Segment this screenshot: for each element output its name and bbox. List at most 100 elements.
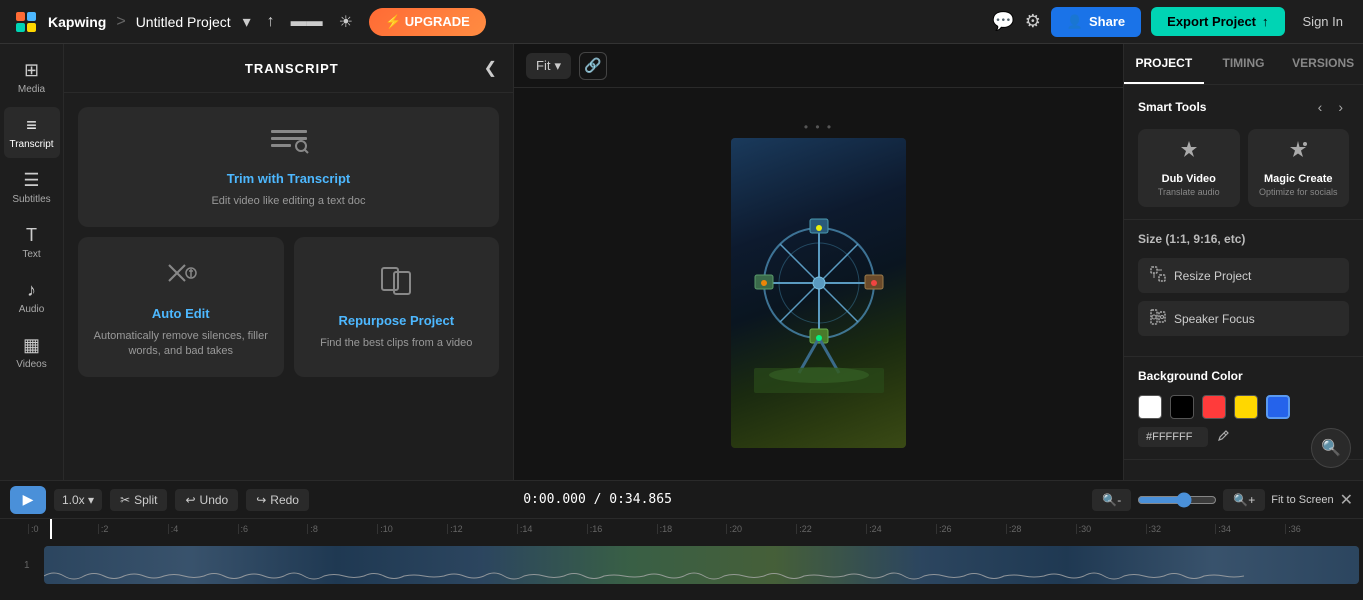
smart-tools-grid: Dub Video Translate audio Magic Create O… — [1138, 129, 1349, 207]
video-canvas[interactable]: • • • — [514, 88, 1123, 480]
play-button[interactable]: ▶ — [10, 486, 46, 514]
smart-tool-magic-create[interactable]: Magic Create Optimize for socials — [1248, 129, 1350, 207]
smart-tool-dub-video[interactable]: Dub Video Translate audio — [1138, 129, 1240, 207]
sidebar-item-transcript[interactable]: ≡ Transcript — [4, 107, 60, 158]
bg-color-hex-input[interactable]: #FFFFFF — [1138, 427, 1208, 447]
collapse-panel-btn[interactable]: ❮ — [484, 58, 497, 78]
search-icon: 🔍 — [1321, 438, 1341, 458]
sidebar-label-videos: Videos — [16, 359, 46, 370]
bg-color-label: Background Color — [1138, 369, 1243, 383]
search-fab[interactable]: 🔍 — [1311, 428, 1351, 468]
settings-btn[interactable]: ⚙ — [1025, 11, 1041, 32]
ruler-mark-4: :4 — [168, 524, 238, 534]
fit-to-screen-btn[interactable]: Fit to Screen — [1271, 494, 1333, 506]
ruler-mark-32: :32 — [1146, 524, 1216, 534]
export-label: Export Project — [1167, 14, 1256, 29]
project-dropdown-btn[interactable]: ▾ — [239, 8, 255, 36]
resize-icon — [1150, 266, 1166, 285]
timeline-track[interactable]: 1 — [20, 539, 1363, 600]
magic-create-sublabel: Optimize for socials — [1256, 187, 1342, 197]
color-swatch-black[interactable] — [1170, 395, 1194, 419]
sidebar-item-audio[interactable]: ♪ Audio — [4, 272, 60, 323]
tab-timing[interactable]: TIMING — [1204, 44, 1284, 84]
timeline-tools: 🔍- 🔍+ Fit to Screen ✕ — [1092, 489, 1353, 511]
track-content[interactable] — [44, 546, 1359, 584]
ruler-mark-0: :0 — [28, 524, 98, 534]
upgrade-button[interactable]: ⚡ UPGRADE — [369, 8, 486, 36]
undo-button[interactable]: ↩ Undo — [175, 489, 238, 511]
smart-tools-next-btn[interactable]: › — [1332, 97, 1349, 117]
sidebar-item-videos[interactable]: ▦ Videos — [4, 327, 60, 378]
ruler-mark-12: :12 — [447, 524, 517, 534]
sidebar-item-media[interactable]: ⊞ Media — [4, 52, 60, 103]
redo-label: Redo — [270, 493, 299, 507]
ruler-mark-30: :30 — [1076, 524, 1146, 534]
videos-icon: ▦ — [23, 335, 40, 356]
share-button[interactable]: 👤 Share — [1051, 7, 1141, 37]
ruler-mark-10: :10 — [377, 524, 447, 534]
auto-edit-desc: Automatically remove silences, filler wo… — [90, 329, 272, 360]
video-overlay — [731, 138, 906, 448]
trim-tool-icon — [269, 124, 309, 163]
main-area: ⊞ Media ≡ Transcript ☰ Subtitles T Text … — [0, 44, 1363, 480]
tab-versions[interactable]: VERSIONS — [1283, 44, 1363, 84]
tab-project[interactable]: PROJECT — [1124, 44, 1204, 84]
smart-tools-section: Smart Tools ‹ › Dub Video Translate audi… — [1124, 85, 1363, 220]
audio-icon: ♪ — [27, 280, 36, 301]
signin-button[interactable]: Sign In — [1295, 10, 1351, 33]
split-button[interactable]: ✂ Split — [110, 489, 167, 511]
size-section-title: Size (1:1, 9:16, etc) — [1138, 232, 1349, 246]
lock-aspect-btn[interactable]: 🔗 — [579, 52, 607, 80]
subtitles-btn[interactable]: ▬▬ — [287, 9, 327, 35]
color-swatch-yellow[interactable] — [1234, 395, 1258, 419]
split-icon: ✂ — [120, 493, 130, 507]
speed-label: 1.0x — [62, 493, 85, 507]
video-toolbar: Fit ▾ 🔗 — [514, 44, 1123, 88]
trim-tool-title: Trim with Transcript — [227, 171, 351, 186]
upload-btn[interactable]: ↑ — [263, 9, 279, 35]
transcript-panel: TRANSCRIPT ❮ Trim with Transcript Edit v… — [64, 44, 514, 480]
sidebar-item-text[interactable]: T Text — [4, 217, 60, 268]
playhead — [50, 519, 52, 539]
track-waveform — [44, 568, 1244, 584]
eyedropper-btn[interactable] — [1216, 429, 1230, 446]
redo-button[interactable]: ↪ Redo — [246, 489, 309, 511]
speaker-focus-btn[interactable]: Speaker Focus — [1138, 301, 1349, 336]
speaker-focus-label: Speaker Focus — [1174, 312, 1255, 326]
play-icon: ▶ — [23, 491, 34, 508]
close-timeline-btn[interactable]: ✕ — [1340, 490, 1353, 510]
theme-btn[interactable]: ☀ — [335, 8, 357, 36]
smart-tools-label: Smart Tools — [1138, 100, 1206, 114]
sidebar-label-text: Text — [22, 249, 40, 260]
smart-tools-prev-btn[interactable]: ‹ — [1312, 97, 1329, 117]
ruler-mark-14: :14 — [517, 524, 587, 534]
resize-label: Resize Project — [1174, 269, 1251, 283]
speed-selector[interactable]: 1.0x ▾ — [54, 489, 102, 511]
more-options-dots[interactable]: • • • — [804, 120, 833, 134]
project-name[interactable]: Untitled Project — [136, 14, 231, 30]
color-swatch-white[interactable] — [1138, 395, 1162, 419]
right-panel: PROJECT TIMING VERSIONS Smart Tools ‹ › — [1123, 44, 1363, 480]
timeline-ruler: :0 :2 :4 :6 :8 :10 :12 :14 :16 :18 :20 :… — [20, 519, 1363, 539]
tool-card-repurpose[interactable]: Repurpose Project Find the best clips fr… — [294, 237, 500, 377]
topbar-right: 💬 ⚙ 👤 Share Export Project ↑ Sign In — [992, 7, 1351, 37]
text-icon: T — [26, 225, 37, 246]
ruler-mark-36: :36 — [1285, 524, 1355, 534]
video-preview[interactable] — [731, 138, 906, 448]
comments-btn[interactable]: 💬 — [992, 11, 1014, 32]
topbar: Kapwing > Untitled Project ▾ ↑ ▬▬ ☀ ⚡ UP… — [0, 0, 1363, 44]
sidebar-label-subtitles: Subtitles — [12, 194, 50, 205]
resize-project-btn[interactable]: Resize Project — [1138, 258, 1349, 293]
fit-dropdown-btn[interactable]: Fit ▾ — [526, 53, 571, 79]
tool-card-auto-edit[interactable]: Auto Edit Automatically remove silences,… — [78, 237, 284, 377]
sidebar-item-subtitles[interactable]: ☰ Subtitles — [4, 162, 60, 213]
tool-card-trim[interactable]: Trim with Transcript Edit video like edi… — [78, 107, 499, 227]
color-swatch-red[interactable] — [1202, 395, 1226, 419]
color-swatch-blue[interactable] — [1266, 395, 1290, 419]
ruler-mark-18: :18 — [657, 524, 727, 534]
export-button[interactable]: Export Project ↑ — [1151, 7, 1284, 36]
zoom-in-btn[interactable]: 🔍+ — [1223, 489, 1265, 511]
zoom-slider[interactable] — [1137, 492, 1217, 508]
zoom-out-btn[interactable]: 🔍- — [1092, 489, 1131, 511]
ruler-mark-8: :8 — [307, 524, 377, 534]
